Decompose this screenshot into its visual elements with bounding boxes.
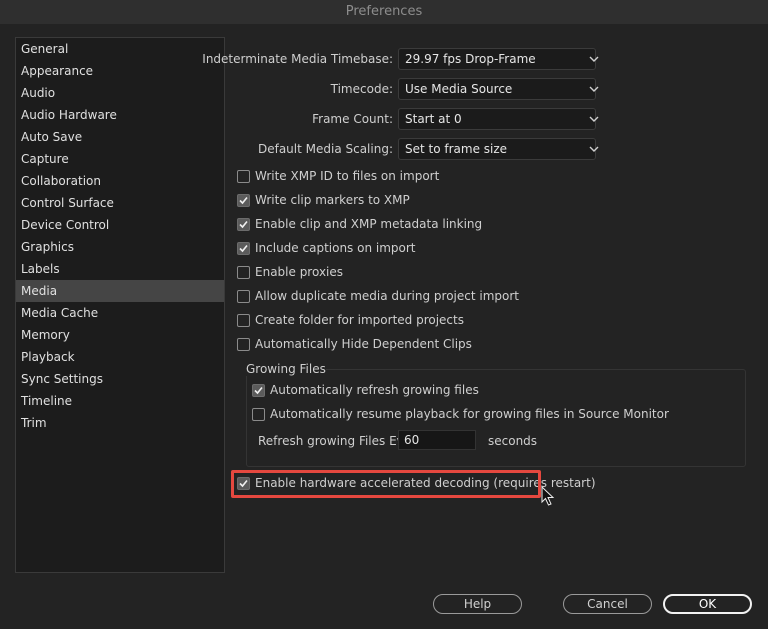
checkbox-label: Automatically resume playback for growin… <box>270 407 669 421</box>
sidebar-item-auto-save[interactable]: Auto Save <box>16 126 224 148</box>
ok-button[interactable]: OK <box>663 594 752 614</box>
sidebar-item-collaboration[interactable]: Collaboration <box>16 170 224 192</box>
sidebar-item-labels[interactable]: Labels <box>16 258 224 280</box>
sidebar-item-graphics[interactable]: Graphics <box>16 236 224 258</box>
sidebar-item-audio[interactable]: Audio <box>16 82 224 104</box>
sidebar-item-device-control[interactable]: Device Control <box>16 214 224 236</box>
checkbox-box[interactable] <box>237 218 250 231</box>
sidebar-item-capture[interactable]: Capture <box>16 148 224 170</box>
sidebar-item-control-surface[interactable]: Control Surface <box>16 192 224 214</box>
timecode-label: Timecode: <box>330 82 393 96</box>
frame-count-field: Frame Count: Start at 0 <box>232 108 768 130</box>
timecode-select[interactable]: Use Media Source <box>398 78 599 100</box>
media-scaling-field: Default Media Scaling: Set to frame size <box>232 138 768 160</box>
mouse-cursor-icon <box>541 485 555 509</box>
checkbox-box[interactable] <box>252 408 265 421</box>
frame-count-select[interactable]: Start at 0 <box>398 108 599 130</box>
checkbox-label: Enable clip and XMP metadata linking <box>255 217 483 231</box>
checkbox-label: Allow duplicate media during project imp… <box>255 289 520 303</box>
checkbox-label: Automatically Hide Dependent Clips <box>255 337 472 351</box>
highlight-box <box>231 470 541 498</box>
frame-count-label: Frame Count: <box>312 112 393 126</box>
checkbox-label: Write XMP ID to files on import <box>255 169 440 183</box>
checkbox-box[interactable] <box>237 170 250 183</box>
checkmark-icon <box>254 386 263 395</box>
frame-count-value: Start at 0 <box>405 112 462 126</box>
sidebar-item-sync-settings[interactable]: Sync Settings <box>16 368 224 390</box>
checkmark-icon <box>239 220 248 229</box>
sidebar-item-memory[interactable]: Memory <box>16 324 224 346</box>
media-scaling-select[interactable]: Set to frame size <box>398 138 599 160</box>
checkbox-box[interactable] <box>237 314 250 327</box>
media-settings-panel: Indeterminate Media Timebase: 29.97 fps … <box>202 24 768 584</box>
checkbox-box[interactable] <box>237 194 250 207</box>
sidebar-item-playback[interactable]: Playback <box>16 346 224 368</box>
sidebar-item-media[interactable]: Media <box>16 280 224 302</box>
timebase-label: Indeterminate Media Timebase: <box>202 52 393 66</box>
growing-files-title: Growing Files <box>246 362 326 376</box>
checkbox-box[interactable] <box>252 384 265 397</box>
checkbox-box[interactable] <box>237 266 250 279</box>
checkbox-box[interactable] <box>237 242 250 255</box>
sidebar-item-audio-hardware[interactable]: Audio Hardware <box>16 104 224 126</box>
checkbox-box[interactable] <box>237 290 250 303</box>
timecode-field: Timecode: Use Media Source <box>232 78 768 100</box>
help-button[interactable]: Help <box>433 594 522 614</box>
sidebar-item-timeline[interactable]: Timeline <box>16 390 224 412</box>
cancel-button[interactable]: Cancel <box>563 594 652 614</box>
window-title: Preferences <box>0 0 768 25</box>
checkbox-box[interactable] <box>237 338 250 351</box>
checkbox-label: Enable proxies <box>255 265 344 279</box>
media-scaling-value: Set to frame size <box>405 142 508 156</box>
timecode-value: Use Media Source <box>405 82 513 96</box>
checkbox-label: Include captions on import <box>255 241 416 255</box>
timebase-select[interactable]: 29.97 fps Drop-Frame <box>398 48 599 70</box>
checkbox-label: Automatically refresh growing files <box>270 383 479 397</box>
timebase-value: 29.97 fps Drop-Frame <box>405 52 536 66</box>
checkbox-label: Create folder for imported projects <box>255 313 464 327</box>
checkmark-icon <box>239 244 248 253</box>
checkbox-label: Write clip markers to XMP <box>255 193 410 207</box>
checkmark-icon <box>239 196 248 205</box>
media-scaling-label: Default Media Scaling: <box>257 142 393 156</box>
sidebar-item-media-cache[interactable]: Media Cache <box>16 302 224 324</box>
sidebar-item-trim[interactable]: Trim <box>16 412 224 434</box>
preferences-sidebar: General Appearance Audio Audio Hardware … <box>15 37 225 573</box>
timebase-field: Indeterminate Media Timebase: 29.97 fps … <box>202 48 768 70</box>
sidebar-item-general[interactable]: General <box>16 38 224 60</box>
sidebar-item-appearance[interactable]: Appearance <box>16 60 224 82</box>
refresh-interval-unit: seconds <box>488 434 538 448</box>
refresh-interval-input[interactable]: 60 <box>398 430 476 450</box>
preferences-dialog: General Appearance Audio Audio Hardware … <box>0 24 768 629</box>
